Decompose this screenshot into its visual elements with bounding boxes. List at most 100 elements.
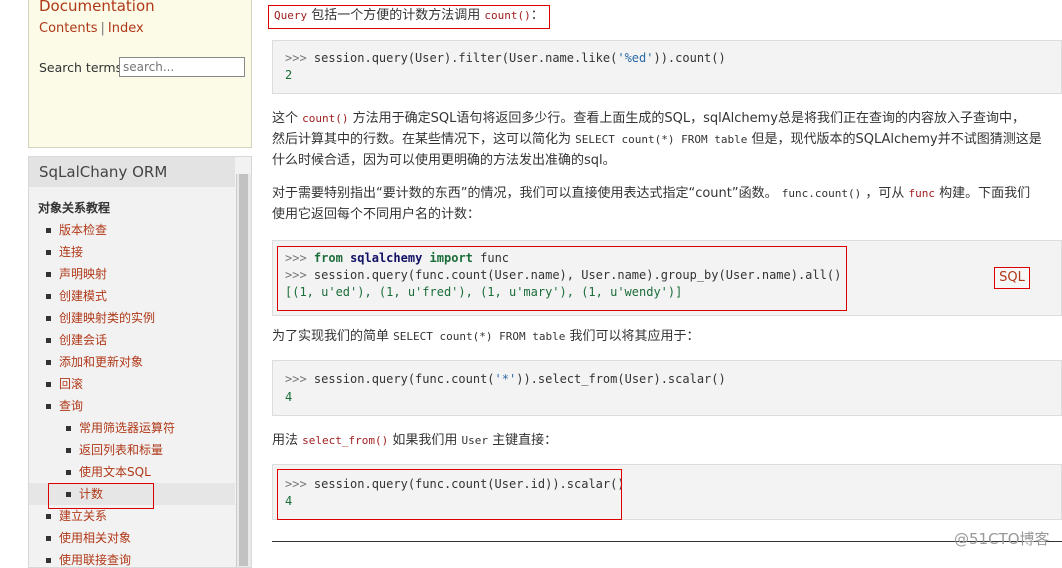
code-line: >>> session.query(User).filter(User.name… [285, 51, 726, 65]
code-text: )).select_from(User).scalar() [516, 372, 726, 386]
toc-item[interactable]: 常用筛选器运算符 [29, 417, 235, 439]
toc-item[interactable]: 使用相关对象 [29, 527, 235, 549]
inline-code: func [908, 187, 936, 200]
bullet-icon [46, 558, 51, 563]
code-string: '%ed' [617, 51, 654, 65]
code-text: )).count() [653, 51, 726, 65]
bullet-icon [46, 250, 51, 255]
inline-code: count() [302, 112, 349, 125]
toc-item-label: 版本检查 [59, 223, 108, 237]
toc-item[interactable]: 使用文本SQL [29, 461, 235, 483]
toc-item-label: 回滚 [59, 377, 84, 391]
scrollbar-thumb[interactable] [239, 174, 248, 566]
divider [272, 541, 1062, 542]
text: 主键直接： [488, 433, 558, 448]
paragraph-2-line-1: 对于需要特别指出“要计数的东西”的情况，我们可以直接使用表达式指定“count”… [272, 183, 1030, 204]
bullet-icon [46, 382, 51, 387]
toc-item-label: 常用筛选器运算符 [79, 421, 176, 435]
highlight-box [277, 469, 622, 520]
bullet-icon [46, 404, 51, 409]
toc-list: 版本检查连接声明映射创建模式创建映射类的实例 创建会话添加和更新对象 回滚查询常用筛… [29, 219, 235, 567]
code-prompt: >>> [285, 51, 307, 65]
bullet-icon [66, 448, 71, 453]
toc-item[interactable]: 声明映射 [29, 263, 235, 285]
sql-toggle-button[interactable]: SQL [994, 267, 1030, 289]
paragraph-3: 为了实现我们的简单 SELECT count(*) FROM table 我们可… [272, 326, 699, 347]
toc-item-label: 创建会话 [59, 333, 108, 347]
toc-item[interactable]: 回滚 [29, 373, 235, 395]
toc-item-label: 连接 [59, 245, 84, 259]
text: 我们可以将其应用于： [565, 329, 700, 344]
code-block-1: >>> session.query(User).filter(User.name… [272, 40, 1062, 94]
inline-code: SELECT count(*) FROM table [575, 133, 748, 146]
code-prompt: >>> [285, 372, 307, 386]
text: 这个 [272, 111, 303, 126]
text: 但是，现代版本的SQLAlchemy并不试图猜测这是 [747, 132, 1042, 147]
paragraph-2-line-2: 使用它返回每个不同用户名的计数： [272, 207, 481, 222]
toc-item-label: 创建映射类的实例 [59, 311, 156, 325]
highlight-box [268, 5, 550, 29]
inline-code: SELECT count(*) FROM table [393, 330, 566, 343]
bullet-icon [46, 536, 51, 541]
main-content: Query 包括一个方便的计数方法调用 count()： >>> session… [262, 0, 1062, 556]
toc-item[interactable]: 连接 [29, 241, 235, 263]
text: ，可从 [861, 186, 909, 201]
text: 为了实现我们的简单 [272, 329, 394, 344]
code-text: session.query(func.count( [306, 372, 495, 386]
bullet-icon [46, 316, 51, 321]
toc-item-label: 声明映射 [59, 267, 108, 281]
inline-code: User [461, 434, 489, 447]
paragraph-1-line-1: 这个 count() 方法用于确定SQL语句将返回多少行。查看上面生成的SQL，… [272, 108, 1025, 129]
toc-section-title: 对象关系教程 [38, 201, 111, 215]
toc-item[interactable]: 版本检查 [29, 219, 235, 241]
toc-title: SqLalChany ORM [29, 157, 235, 187]
toc-scrollbar[interactable] [236, 174, 251, 567]
sidebar: Documentation Contents | Index Search term… [0, 0, 262, 568]
toc-item[interactable]: 创建映射类的实例 [29, 307, 235, 329]
link-separator: | [100, 21, 105, 36]
text: 然后计算其中的行数。在某些情况下，这可以简化为 [272, 132, 576, 147]
toc-item-label: 添加和更新对象 [59, 355, 144, 369]
code-output: 2 [285, 68, 293, 82]
toc-item[interactable]: 添加和更新对象 [29, 351, 235, 373]
documentation-title: Documentation [39, 0, 155, 15]
toc-item-label: 创建模式 [59, 289, 108, 303]
paragraph-4: 用法 select_from() 如果我们用 User 主键直接： [272, 430, 557, 451]
bullet-icon [46, 272, 51, 277]
text: 用法 [272, 433, 303, 448]
code-line: >>> session.query(func.count('*')).selec… [285, 372, 726, 386]
bullet-icon [66, 470, 71, 475]
bullet-icon [46, 228, 51, 233]
toc-item[interactable]: 创建模式 [29, 285, 235, 307]
bullet-icon [46, 338, 51, 343]
code-string: '*' [494, 372, 517, 386]
text: 方法用于确定SQL语句将返回多少行。查看上面生成的SQL，sqlAlchemy总… [348, 111, 1025, 126]
index-link[interactable]: Index [108, 21, 144, 36]
paragraph-1-line-3: 什么时候合适，因为可以使用更明确的方法发出准确的sql。 [272, 153, 616, 168]
contents-link[interactable]: Contents [39, 21, 97, 36]
highlight-box [277, 246, 847, 311]
inline-code: func.count() [781, 187, 862, 200]
inline-code: select_from() [302, 434, 389, 447]
toc-item[interactable]: 返回列表和标量 [29, 439, 235, 461]
text: 对于需要特别指出“要计数的东西”的情况，我们可以直接使用表达式指定“count”… [272, 186, 782, 201]
code-block-3: >>> session.query(func.count('*')).selec… [272, 360, 1062, 416]
toc-item[interactable]: 使用联接查询 [29, 549, 235, 567]
toc-item-label: 查询 [59, 399, 84, 413]
toc-item[interactable]: 查询 [29, 395, 235, 417]
search-input[interactable] [119, 57, 245, 77]
text: 如果我们用 [388, 433, 462, 448]
search-label: Search terms: [39, 60, 127, 75]
code-text: session.query(User).filter(User.name.lik… [306, 51, 618, 65]
bullet-icon [46, 514, 51, 519]
toc-item-label: 返回列表和标量 [79, 443, 164, 457]
doc-header-box: Documentation Contents | Index Search term… [28, 0, 252, 148]
paragraph-1-line-2: 然后计算其中的行数。在某些情况下，这可以简化为 SELECT count(*) … [272, 129, 1042, 150]
toc-item-label: 使用相关对象 [59, 531, 132, 545]
watermark: @51CTO博客 [954, 530, 1050, 548]
bullet-icon [46, 360, 51, 365]
toc-item[interactable]: 创建会话 [29, 329, 235, 351]
doc-links: Contents | Index [39, 21, 144, 36]
bullet-icon [46, 294, 51, 299]
text: 构建。下面我们 [935, 186, 1031, 201]
